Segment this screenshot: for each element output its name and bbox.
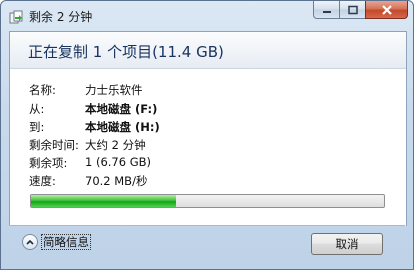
fewer-details-toggle[interactable]: 简略信息 xyxy=(22,234,91,250)
close-icon xyxy=(381,4,392,15)
copy-files-icon xyxy=(9,9,23,24)
close-button[interactable] xyxy=(365,1,408,19)
detail-label: 到: xyxy=(29,120,45,134)
detail-value: 70.2 MB/秒 xyxy=(85,174,148,188)
window-title: 剩余 2 分钟 xyxy=(29,10,93,24)
dialog-content: 正在复制 1 个项目(11.4 GB) 名称: 力士乐软件 从: 本地磁盘 (F… xyxy=(9,31,407,226)
cancel-button[interactable]: 取消 xyxy=(311,233,383,255)
detail-value: 本地磁盘 (H:) xyxy=(85,120,160,134)
dialog-header: 正在复制 1 个项目(11.4 GB) xyxy=(10,32,406,69)
progress-fill xyxy=(31,195,176,207)
detail-value: 本地磁盘 (F:) xyxy=(85,102,158,116)
copy-progress-bar xyxy=(30,194,385,208)
copy-status-title: 正在复制 1 个项目(11.4 GB) xyxy=(28,43,224,61)
detail-label: 剩余时间: xyxy=(29,138,79,152)
dialog-footer: 简略信息 取消 xyxy=(9,225,405,266)
maximize-icon xyxy=(347,5,358,14)
detail-value: 大约 2 分钟 xyxy=(85,138,146,152)
title-bar[interactable]: 剩余 2 分钟 xyxy=(1,1,413,31)
copy-progress-dialog: 剩余 2 分钟 正在复制 1 个项目(11.4 GB) 名称: 力士乐软件 从:… xyxy=(0,0,414,270)
minimize-button[interactable] xyxy=(313,1,339,19)
fewer-details-label: 简略信息 xyxy=(41,234,91,250)
detail-value: 1 (6.76 GB) xyxy=(85,155,152,169)
chevron-up-icon xyxy=(22,234,38,250)
minimize-icon xyxy=(322,10,331,13)
detail-label: 剩余项: xyxy=(29,156,68,170)
maximize-button[interactable] xyxy=(339,1,365,19)
detail-label: 从: xyxy=(29,102,45,116)
detail-label: 速度: xyxy=(29,174,56,188)
caption-buttons xyxy=(313,1,408,20)
detail-value: 力士乐软件 xyxy=(85,83,143,97)
detail-label: 名称: xyxy=(29,83,56,97)
